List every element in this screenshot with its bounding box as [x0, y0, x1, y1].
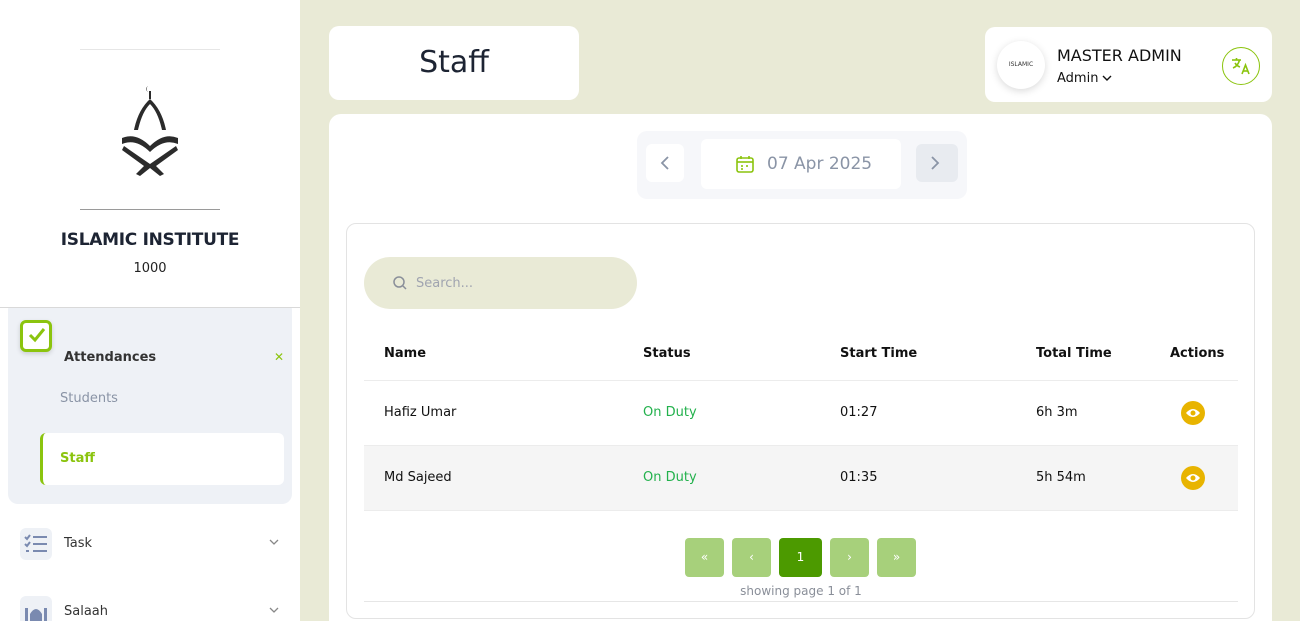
- cell-total-time: 5h 54m: [1036, 470, 1086, 485]
- first-page-button[interactable]: «: [685, 538, 724, 577]
- cell-total-time: 6h 3m: [1036, 405, 1078, 420]
- sidebar: Attendances ✕ Students Staff Task Salaah…: [0, 0, 300, 621]
- current-date: 07 Apr 2025: [767, 154, 873, 174]
- cell-start-time: 01:27: [840, 405, 878, 420]
- cell-status: On Duty: [643, 470, 697, 485]
- sidebar-item-label: Staff: [60, 451, 95, 466]
- next-date-button[interactable]: [916, 144, 958, 182]
- staff-attendance-table: Name Status Start Time Total Time Action…: [346, 223, 1255, 619]
- main-card: 07 Apr 2025 Name Status Start Time Total…: [329, 114, 1272, 621]
- calendar-icon: [736, 156, 754, 173]
- next-page-button[interactable]: ›: [830, 538, 869, 577]
- task-list-icon: [20, 528, 52, 560]
- pagination-info: showing page 1 of 1: [740, 584, 862, 598]
- view-button[interactable]: [1181, 466, 1205, 490]
- column-header-status: Status: [643, 346, 691, 361]
- avatar[interactable]: ISLAMIC: [997, 41, 1045, 89]
- table-row: Hafiz Umar On Duty 01:27 6h 3m: [364, 381, 1238, 446]
- chevron-down-icon: [269, 607, 279, 613]
- mosque-icon: [20, 596, 52, 621]
- institute-code: 1000: [133, 261, 167, 276]
- institute-name: ISLAMIC INSTITUTE: [60, 230, 240, 250]
- page-title-card: Staff: [329, 26, 579, 100]
- sidebar-item-salaah[interactable]: Salaah: [20, 596, 284, 621]
- divider: [80, 49, 220, 50]
- table-row: Md Sajeed On Duty 01:35 5h 54m: [364, 446, 1238, 511]
- user-role: Admin: [1057, 71, 1099, 86]
- chevron-down-icon: [269, 539, 279, 545]
- sidebar-item-task[interactable]: Task: [20, 528, 284, 562]
- divider: [80, 209, 220, 210]
- table-header: Name Status Start Time Total Time Action…: [364, 328, 1238, 381]
- page-title: Staff: [419, 45, 489, 80]
- user-name: MASTER ADMIN: [1057, 46, 1182, 65]
- eye-icon: [1186, 409, 1200, 417]
- column-header-start-time: Start Time: [840, 346, 918, 361]
- search-icon: [393, 276, 407, 290]
- column-header-name: Name: [384, 346, 427, 361]
- chevron-down-icon: [1102, 75, 1112, 81]
- sidebar-item-label: Task: [64, 536, 93, 551]
- checkbox-icon: [20, 320, 52, 352]
- translate-button[interactable]: [1222, 47, 1260, 85]
- cell-start-time: 01:35: [840, 470, 878, 485]
- chevron-up-icon: ✕: [274, 350, 285, 364]
- sidebar-item-staff[interactable]: Staff: [40, 433, 284, 485]
- search-box: [364, 257, 637, 309]
- eye-icon: [1186, 474, 1200, 482]
- column-header-actions: Actions: [1170, 346, 1225, 361]
- translate-icon: [1232, 58, 1250, 75]
- cell-status: On Duty: [643, 405, 697, 420]
- chevron-left-icon: [660, 156, 669, 170]
- cell-name: Md Sajeed: [384, 470, 452, 485]
- search-input[interactable]: [416, 271, 616, 295]
- chevron-right-icon: [931, 156, 940, 170]
- mosque-quran-icon: [122, 86, 178, 176]
- user-role-dropdown[interactable]: Admin: [1057, 71, 1098, 86]
- date-navigator: 07 Apr 2025: [637, 131, 967, 199]
- sidebar-item-label: Students: [60, 391, 118, 406]
- divider: [364, 601, 1238, 602]
- attendances-toggle[interactable]: Attendances ✕: [20, 320, 284, 365]
- user-card: ISLAMIC MASTER ADMIN Admin: [985, 27, 1272, 102]
- attendances-group: Attendances ✕ Students Staff: [8, 300, 292, 504]
- prev-date-button[interactable]: [646, 144, 684, 182]
- attendances-label: Attendances: [64, 350, 157, 365]
- view-button[interactable]: [1181, 401, 1205, 425]
- page-1-button[interactable]: 1: [779, 538, 822, 577]
- date-picker[interactable]: 07 Apr 2025: [701, 139, 901, 189]
- sidebar-item-label: Salaah: [64, 604, 109, 619]
- cell-name: Hafiz Umar: [384, 405, 457, 420]
- logo-block: ISLAMIC INSTITUTE 1000: [0, 0, 300, 308]
- prev-page-button[interactable]: ‹: [732, 538, 771, 577]
- sidebar-item-students[interactable]: Students: [40, 373, 284, 425]
- column-header-total-time: Total Time: [1036, 346, 1112, 361]
- last-page-button[interactable]: »: [877, 538, 916, 577]
